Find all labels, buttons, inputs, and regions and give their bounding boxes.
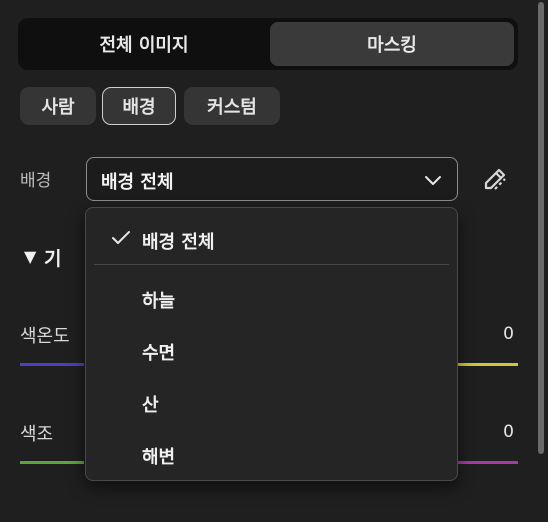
adjust-panel: 전체 이미지 마스킹 사람 배경 커스텀 배경 배경 전체 ▼ 기 색온도 0 …	[0, 0, 548, 522]
tint-track-right[interactable]	[458, 461, 518, 464]
background-select[interactable]: 배경 전체	[86, 157, 458, 201]
menu-item-beach[interactable]: 해변	[142, 443, 175, 469]
menu-item-sky[interactable]: 하늘	[142, 287, 175, 313]
background-select-value: 배경 전체	[101, 172, 174, 193]
tab-whole-image[interactable]: 전체 이미지	[22, 22, 266, 66]
edit-icon[interactable]	[478, 162, 512, 196]
menu-item-mountain[interactable]: 산	[142, 391, 159, 417]
temperature-track-right[interactable]	[458, 363, 518, 366]
tab-masking[interactable]: 마스킹	[270, 22, 514, 66]
temperature-track-left[interactable]	[20, 363, 84, 366]
chip-background[interactable]: 배경	[102, 87, 176, 125]
background-dropdown-menu: 배경 전체 하늘 수면 산 해변	[85, 207, 458, 481]
slider-label-temperature: 색온도	[20, 326, 70, 347]
menu-item-water[interactable]: 수면	[142, 339, 175, 365]
section-title: 기	[44, 248, 62, 270]
slider-value-tint[interactable]: 0	[503, 422, 514, 442]
background-label: 배경	[20, 171, 52, 191]
check-icon	[112, 231, 130, 244]
tint-track-left[interactable]	[20, 461, 84, 464]
menu-divider	[94, 264, 449, 265]
chevron-down-icon	[425, 176, 441, 185]
chip-person[interactable]: 사람	[20, 87, 96, 125]
menu-item-all-background[interactable]: 배경 전체	[142, 228, 215, 254]
triangle-down-icon[interactable]: ▼	[24, 247, 36, 266]
scrollbar-thumb[interactable]	[538, 2, 544, 454]
chip-custom[interactable]: 커스텀	[184, 87, 280, 125]
slider-label-tint: 색조	[20, 424, 54, 445]
slider-value-temperature[interactable]: 0	[503, 324, 514, 344]
mode-tab-bar: 전체 이미지 마스킹	[18, 18, 518, 70]
